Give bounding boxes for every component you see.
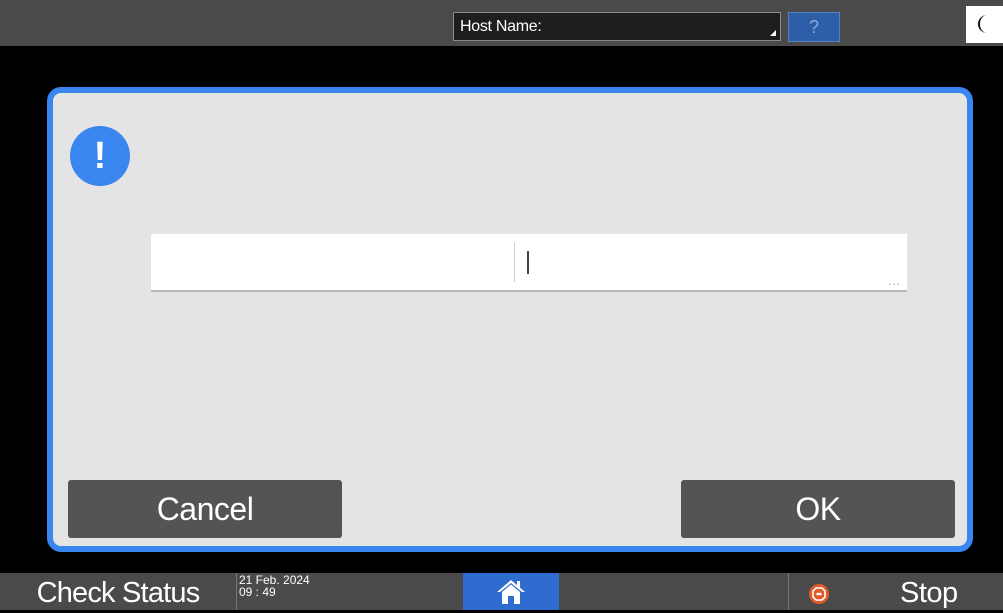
top-bar: Host Name: ? (0, 0, 1003, 46)
energy-saver-button[interactable] (966, 6, 1003, 43)
host-name-label: Host Name: (460, 18, 542, 35)
moon-icon (978, 15, 987, 33)
resize-corner-icon (770, 30, 776, 36)
stop-icon (809, 584, 829, 604)
more-indicator-icon: ... (887, 274, 901, 288)
text-input-field[interactable]: ... (151, 234, 907, 292)
cancel-button[interactable]: Cancel (68, 480, 342, 538)
stop-button[interactable]: Stop (788, 573, 1003, 610)
ok-button[interactable]: OK (681, 480, 955, 538)
stop-label: Stop (900, 577, 958, 609)
home-icon (497, 580, 525, 604)
check-status-button[interactable]: Check Status (0, 573, 236, 610)
input-divider (514, 242, 515, 282)
host-name-field[interactable]: Host Name: (453, 12, 781, 41)
date-time-display: 21 Feb. 2024 09 : 49 (236, 573, 463, 610)
bottom-bar: Check Status 21 Feb. 2024 09 : 49 Stop (0, 573, 1003, 610)
input-dialog: ! ... Cancel OK (47, 87, 973, 552)
exclamation-icon: ! (70, 126, 130, 186)
text-caret (527, 251, 529, 274)
question-mark-icon: ? (808, 17, 819, 37)
help-button[interactable]: ? (788, 12, 840, 42)
home-button[interactable] (463, 573, 559, 610)
time-text: 09 : 49 (239, 585, 276, 599)
